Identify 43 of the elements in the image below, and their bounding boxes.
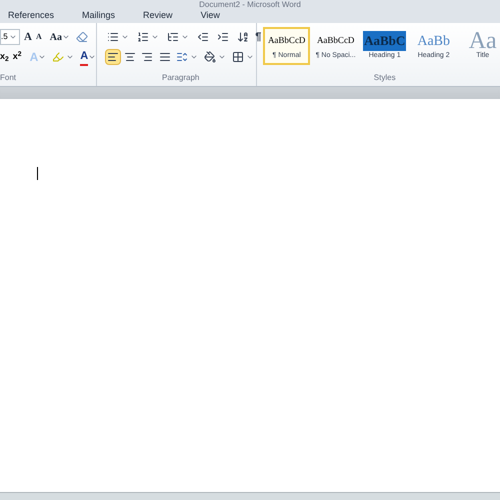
caret-icon: [218, 53, 226, 61]
caret-icon: [38, 53, 46, 61]
shrink-font-button[interactable]: A: [36, 31, 42, 43]
align-icon: [124, 51, 136, 63]
superscript-button[interactable]: x$^{2}$: [12, 50, 22, 64]
caret-icon: [151, 33, 160, 41]
line-spacing-icon: [176, 51, 188, 63]
group-label: Paragraph: [162, 72, 200, 84]
ribbon-tab[interactable]: Review: [143, 9, 173, 23]
paint-bucket-icon: [204, 51, 216, 63]
caret-icon: [62, 33, 70, 41]
group-label: Styles: [374, 72, 396, 84]
highlighter-icon: [52, 51, 64, 63]
grid-icon: [232, 51, 244, 63]
window-title: Document2 - Microsoft Word: [199, 0, 301, 9]
align-button[interactable]: [105, 49, 121, 65]
sort-icon: [237, 31, 250, 43]
caret-icon: [181, 33, 190, 41]
caret-icon: [121, 33, 130, 41]
caret-icon: [246, 53, 254, 61]
indent-increase-icon: [217, 31, 230, 43]
align-icon: [106, 51, 119, 63]
change-case-button[interactable]: Aa: [50, 30, 70, 44]
align-icon: [141, 51, 154, 63]
caret-icon: [88, 53, 96, 61]
show-marks-button[interactable]: ¶: [255, 28, 262, 46]
subscript-button[interactable]: x$_{2}$: [0, 50, 9, 64]
eraser-icon: [76, 31, 88, 43]
ribbon-tab[interactable]: References: [8, 9, 54, 23]
caret-icon: [190, 53, 198, 61]
grow-font-button[interactable]: A: [24, 28, 32, 46]
tree-list-icon: [167, 31, 180, 43]
indent-decrease-icon: [197, 31, 210, 43]
caret-icon: [66, 53, 74, 61]
font-size-field[interactable]: .5: [0, 29, 20, 45]
align-icon: [158, 51, 171, 63]
ribbon-tab[interactable]: Mailings: [82, 9, 116, 23]
group-label: Font: [0, 72, 18, 84]
font-color-button[interactable]: A: [80, 48, 96, 66]
ribbon-tab[interactable]: View: [200, 9, 220, 23]
caret-icon: [9, 33, 17, 41]
text-cursor: [37, 167, 38, 180]
numbered-list-icon: [137, 31, 150, 43]
